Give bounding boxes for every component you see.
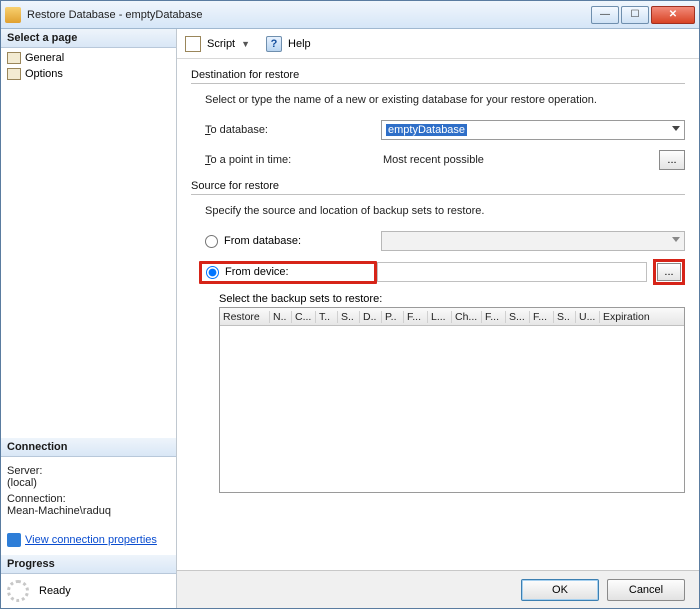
point-in-time-value: Most recent possible	[381, 150, 653, 170]
from-device-textbox[interactable]	[377, 262, 647, 282]
cancel-button[interactable]: Cancel	[607, 579, 685, 601]
from-device-browse-highlight: ...	[653, 259, 685, 285]
backup-sets-label: Select the backup sets to restore:	[219, 293, 685, 305]
select-page-header: Select a page	[1, 29, 176, 48]
page-icon	[7, 68, 21, 80]
minimize-button[interactable]: —	[591, 6, 619, 24]
help-button[interactable]: Help	[288, 38, 311, 50]
from-database-combo	[381, 231, 685, 251]
from-database-radio[interactable]	[205, 235, 218, 248]
to-database-label: To database:	[205, 124, 381, 136]
properties-icon	[7, 533, 21, 547]
view-connection-properties-link[interactable]: View connection properties	[25, 534, 157, 546]
from-device-radio[interactable]	[206, 266, 219, 279]
script-icon	[185, 36, 201, 52]
server-value: (local)	[7, 477, 170, 489]
right-panel: Script ▼ ? Help Destination for restore …	[177, 29, 699, 608]
progress-header: Progress	[1, 555, 176, 574]
from-device-browse-button[interactable]: ...	[657, 263, 681, 281]
toolbar: Script ▼ ? Help	[177, 29, 699, 59]
progress-status: Ready	[39, 585, 71, 597]
close-button[interactable]: ✕	[651, 6, 695, 24]
from-device-highlight: From device:	[199, 261, 377, 284]
page-general[interactable]: General	[1, 50, 176, 66]
dialog-footer: OK Cancel	[177, 570, 699, 608]
script-button[interactable]: Script	[207, 38, 235, 50]
chevron-down-icon	[672, 237, 680, 242]
ok-button[interactable]: OK	[521, 579, 599, 601]
grid-header: Restore N.. C... T.. S.. D.. P.. F... L.…	[220, 308, 684, 326]
to-database-value: emptyDatabase	[386, 124, 467, 136]
page-icon	[7, 52, 21, 64]
from-device-radio-label[interactable]: From device:	[206, 266, 370, 279]
source-title: Source for restore	[191, 180, 685, 192]
to-database-combo[interactable]: emptyDatabase	[381, 120, 685, 140]
window-title: Restore Database - emptyDatabase	[27, 9, 591, 21]
titlebar[interactable]: Restore Database - emptyDatabase — ☐ ✕	[1, 1, 699, 29]
chevron-down-icon	[672, 126, 680, 131]
destination-title: Destination for restore	[191, 69, 685, 81]
destination-desc: Select or type the name of a new or exis…	[205, 94, 685, 106]
connection-value: Mean-Machine\raduq	[7, 505, 170, 517]
database-icon	[5, 7, 21, 23]
restore-database-dialog: Restore Database - emptyDatabase — ☐ ✕ S…	[0, 0, 700, 609]
from-database-radio-label[interactable]: From database:	[205, 235, 381, 248]
backup-sets-grid[interactable]: Restore N.. C... T.. S.. D.. P.. F... L.…	[219, 307, 685, 493]
server-label: Server:	[7, 465, 170, 477]
page-options[interactable]: Options	[1, 66, 176, 82]
maximize-button[interactable]: ☐	[621, 6, 649, 24]
script-dropdown-icon[interactable]: ▼	[241, 39, 250, 49]
help-icon: ?	[266, 36, 282, 52]
left-panel: Select a page General Options Connection…	[1, 29, 177, 608]
connection-label: Connection:	[7, 493, 170, 505]
point-in-time-browse-button[interactable]: ...	[659, 150, 685, 170]
connection-header: Connection	[1, 438, 176, 457]
progress-spinner-icon	[7, 580, 29, 602]
point-in-time-label: To a point in time:	[205, 154, 381, 166]
source-desc: Specify the source and location of backu…	[205, 205, 685, 217]
